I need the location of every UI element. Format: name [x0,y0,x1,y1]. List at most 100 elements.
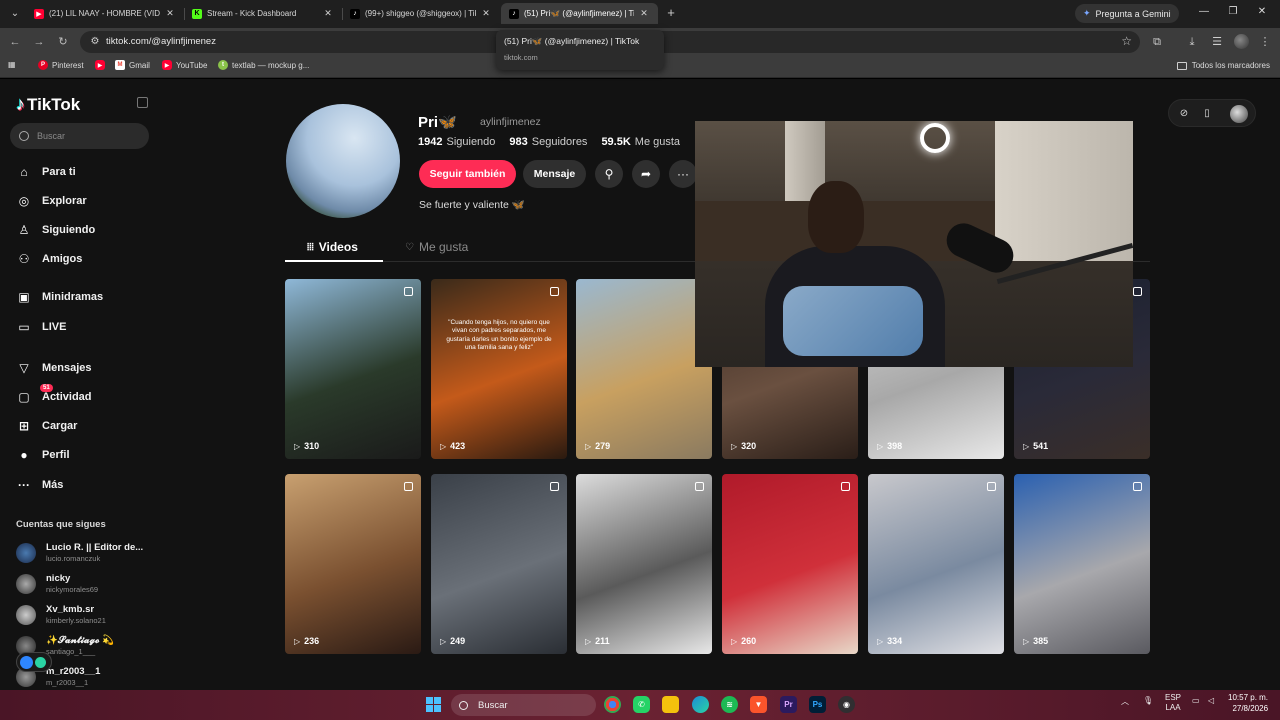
show-hidden-icons[interactable]: ︿ [1121,696,1129,707]
all-bookmarks[interactable]: Todos los marcadores [1176,61,1270,70]
more-icon: ··· [677,167,689,181]
close-tab-icon[interactable]: ✕ [638,8,650,19]
restore-icon[interactable]: ❐ [1226,6,1240,17]
tiktok-logo[interactable]: ♪ TikTok [16,94,80,115]
tab-me-gusta[interactable]: ♡ Me gusta [405,240,468,254]
view-count: ▷ 334 [877,636,903,646]
video-thumbnail[interactable]: ▷ 211 [576,474,712,654]
url-text[interactable]: tiktok.com/@aylinfjimenez [106,36,216,47]
nav-actividad[interactable]: ▢ 51 Actividad [16,384,92,405]
share-button[interactable]: ➦ [632,160,660,188]
video-thumbnail[interactable]: ▷ 279 [576,279,712,459]
following-section-title: Cuentas que sigues [16,519,106,530]
chrome-icon[interactable] [604,696,621,713]
gemini-icon: ✦ [1083,8,1091,18]
browser-profile-avatar[interactable] [1234,34,1249,49]
suggest-account-button[interactable]: ⚲ [595,160,623,188]
tab-videos[interactable]: ⦙⦙⦙ Videos [307,240,358,254]
bookmark-youtube[interactable]: ▶ YouTube [162,60,207,70]
more-options-button[interactable]: ··· [669,160,697,188]
nav-explorar[interactable]: ◎ Explorar [16,193,87,209]
brave-icon[interactable]: ▼ [750,696,767,713]
stat-following[interactable]: 1942 Siguiendo [418,136,495,148]
video-thumbnail[interactable]: ▷ 260 [722,474,858,654]
new-tab-button[interactable]: + [664,4,678,22]
language-indicator[interactable]: ESP LAA [1165,693,1181,714]
user-avatar[interactable] [1230,105,1248,123]
edge-icon[interactable] [692,696,709,713]
whatsapp-icon[interactable]: ✆ [633,696,650,713]
browser-menu-icon[interactable]: ⋮ [1257,34,1273,50]
play-icon: ▷ [294,636,301,646]
bookmark-gmail[interactable]: M Gmail [115,60,150,70]
window-close-icon[interactable]: ✕ [1255,6,1269,17]
close-tab-icon[interactable]: ✕ [322,8,334,19]
video-thumbnail[interactable]: ▷ 385 [1014,474,1150,654]
spotify-icon[interactable]: ≋ [721,696,738,713]
nav-live[interactable]: ▭ LIVE [16,319,66,335]
play-icon: ▷ [1023,441,1030,451]
close-tab-icon[interactable]: ✕ [164,8,176,19]
nav-mas[interactable]: ··· Más [16,477,63,493]
browser-tab-tiktok-active[interactable]: ♪ (51) Pri🦋 (@aylinfjimenez) | TikTok ✕ [501,3,658,24]
microphone-tray-icon[interactable]: 🎙 [1143,696,1153,705]
stat-followers[interactable]: 983 Seguidores [509,136,587,148]
obs-icon[interactable]: ◉ [838,696,855,713]
browser-tab-kick[interactable]: K Stream - Kick Dashboard ✕ [184,3,342,24]
close-tab-icon[interactable]: ✕ [480,8,492,19]
bookmark-textlab[interactable]: t textlab — mockup g... [218,60,309,70]
network-icon[interactable]: ▭ [1192,696,1200,705]
avatar [16,573,36,594]
taskbar-search[interactable]: Buscar [451,694,596,716]
download-icon[interactable]: ⤓ [1184,34,1200,50]
compass-icon[interactable]: ⊘ [1177,107,1191,121]
follow-back-button[interactable]: Seguir también [419,160,516,188]
more-icon: ··· [18,478,30,492]
file-explorer-icon[interactable] [662,696,679,713]
windows-start-icon[interactable] [426,697,441,712]
app-dot-icon [35,656,46,668]
apps-grid-icon[interactable]: ▦ [8,60,16,69]
nav-siguiendo[interactable]: ♙ Siguiendo [16,222,96,238]
browser-tab-youtube[interactable]: ▶ (21) LIL NAAY - HOMBRE (VIDE... ✕ [26,3,184,24]
sidebar-search[interactable]: Buscar [10,123,149,149]
bookmark-pinterest[interactable]: P Pinterest [38,60,84,70]
back-icon[interactable]: ← [7,34,23,50]
forward-icon[interactable]: → [31,34,47,50]
tab-search-dropdown-icon[interactable]: ⌄ [6,5,24,23]
nav-amigos[interactable]: ⚇ Amigos [16,251,83,267]
multi-photo-icon [695,482,704,491]
minimize-icon[interactable]: — [1197,6,1211,17]
reload-icon[interactable]: ↻ [55,34,71,50]
following-account[interactable]: nicky nickymorales69 [16,573,98,594]
volume-icon[interactable]: ◁ [1208,696,1214,705]
reading-list-icon[interactable]: ☰ [1209,34,1225,50]
nav-minidramas[interactable]: ▣ Minidramas [16,289,103,305]
collapse-sidebar-icon[interactable] [137,97,148,108]
tab-tooltip: (51) Pri🦋 (@aylinfjimenez) | TikTok tikt… [496,30,664,70]
video-thumbnail[interactable]: ▷ 334 [868,474,1004,654]
following-account[interactable]: Lucio R. || Editor de... lucio.romanczuk [16,542,143,563]
video-thumbnail[interactable]: ▷ 249 [431,474,567,654]
nav-cargar[interactable]: ⊞ Cargar [16,418,78,434]
following-account[interactable]: Xv_kmb.sr kimberly.solano21 [16,604,106,625]
profile-avatar[interactable] [286,104,400,218]
video-thumbnail[interactable]: ▷ 236 [285,474,421,654]
photoshop-icon[interactable]: Ps [809,696,826,713]
bookmark-star-icon[interactable]: ☆ [1121,34,1132,48]
message-button[interactable]: Mensaje [523,160,586,188]
gemini-button[interactable]: ✦ Pregunta a Gemini [1075,4,1179,23]
site-info-icon[interactable]: ⚙ [88,35,102,49]
nav-para-ti[interactable]: ⌂ Para ti [16,164,75,180]
video-thumbnail[interactable]: "Cuando tenga hijos, no quiero que vivan… [431,279,567,459]
bookmark-youtube-short[interactable]: ▶ [95,60,109,70]
taskbar-clock[interactable]: 10:57 p. m. 27/8/2026 [1228,693,1268,715]
video-thumbnail[interactable]: ▷ 310 [285,279,421,459]
phone-icon[interactable]: ▯ [1200,107,1214,121]
extensions-icon[interactable]: ⧉ [1149,34,1165,50]
browser-tab-tiktok-shiggeo[interactable]: ♪ (99+) shiggeo (@shiggeox) | TikTok ✕ [342,3,500,24]
nav-mensajes[interactable]: ▽ Mensajes [16,360,91,376]
floating-app-button[interactable] [16,652,52,672]
nav-perfil[interactable]: ● Perfil [16,447,69,463]
premiere-icon[interactable]: Pr [780,696,797,713]
